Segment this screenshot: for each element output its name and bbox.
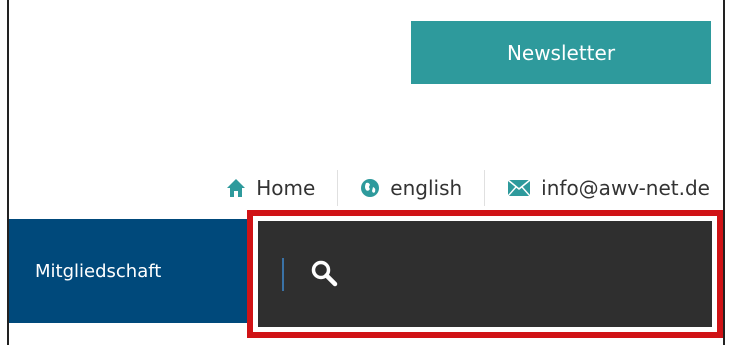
search-highlight bbox=[247, 210, 723, 338]
search-input[interactable] bbox=[358, 249, 702, 299]
home-link-label: Home bbox=[256, 176, 316, 200]
search-divider bbox=[282, 258, 284, 291]
language-link-label: english bbox=[390, 176, 463, 200]
mail-icon bbox=[507, 179, 531, 197]
search-bar bbox=[258, 221, 712, 327]
nav-item-mitgliedschaft[interactable]: Mitgliedschaft bbox=[35, 219, 161, 323]
newsletter-button[interactable]: Newsletter bbox=[411, 21, 711, 84]
separator bbox=[484, 170, 486, 206]
globe-icon bbox=[360, 178, 380, 198]
separator bbox=[337, 170, 339, 206]
email-link-label: info@awv-net.de bbox=[541, 176, 710, 200]
home-icon bbox=[226, 178, 246, 198]
language-link[interactable]: english bbox=[360, 176, 462, 200]
home-link[interactable]: Home bbox=[226, 176, 315, 200]
email-link[interactable]: info@awv-net.de bbox=[507, 176, 710, 200]
top-links-bar: Home english info@awv-net.de bbox=[226, 170, 710, 206]
search-icon[interactable] bbox=[310, 259, 338, 292]
